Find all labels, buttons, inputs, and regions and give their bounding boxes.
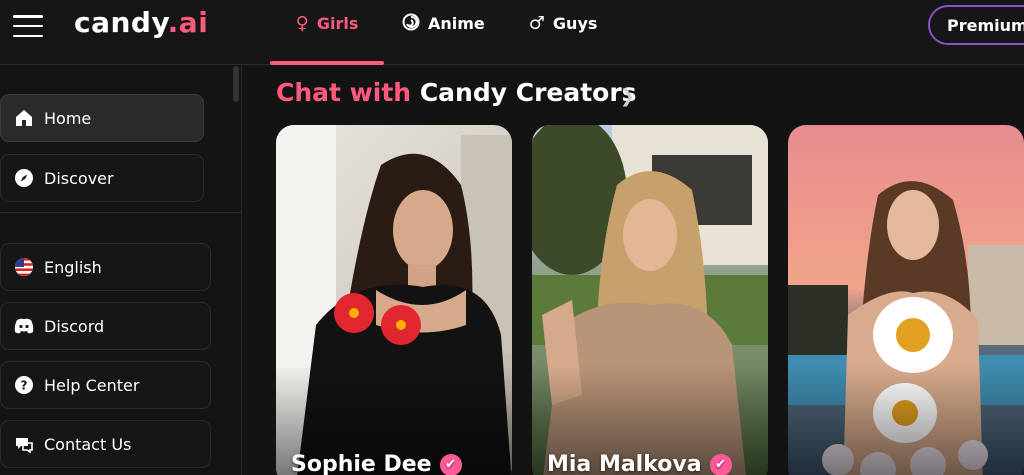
sidebar-item-discord[interactable]: Discord <box>0 302 211 350</box>
female-icon: ♀ <box>295 12 309 34</box>
premium-button[interactable]: Premium <box>928 5 1024 45</box>
tab-anime[interactable]: Anime <box>402 0 485 65</box>
sidebar-item-contact-us[interactable]: Contact Us <box>0 420 211 468</box>
creator-card[interactable] <box>788 125 1024 475</box>
sidebar-scrollbar[interactable] <box>233 66 239 102</box>
tab-guys[interactable]: ♂ Guys <box>529 0 598 65</box>
sidebar-item-language[interactable]: English <box>0 243 211 291</box>
svg-text:?: ? <box>21 379 28 393</box>
section-title[interactable]: Chat with Candy Creators <box>276 78 637 107</box>
creator-name: Mia Malkova ✔ <box>547 452 732 475</box>
main-content: Chat with Candy Creators ❯ Sophie Dee ✔ <box>242 66 1024 475</box>
us-flag-icon <box>14 257 34 277</box>
anime-swirl-icon <box>402 13 420 35</box>
category-tabs: ♀ Girls Anime ♂ Guys <box>270 0 641 65</box>
verified-icon: ✔ <box>439 453 462 475</box>
sidebar-item-help-center[interactable]: ? Help Center <box>0 361 211 409</box>
sidebar-item-discover[interactable]: Discover <box>0 154 204 202</box>
sidebar: Home Discover English Discord ? Help Cen… <box>0 66 242 475</box>
creator-card[interactable]: Mia Malkova ✔ <box>532 125 768 475</box>
compass-icon <box>14 168 34 188</box>
creator-name: Sophie Dee ✔ <box>291 452 462 475</box>
chevron-right-icon[interactable]: ❯ <box>620 86 635 107</box>
creator-card[interactable]: Sophie Dee ✔ <box>276 125 512 475</box>
tab-girls[interactable]: ♀ Girls <box>270 0 384 65</box>
top-bar: candy.ai ♀ Girls Anime ♂ Guys Premium <box>0 0 1024 65</box>
sidebar-divider <box>0 212 241 213</box>
menu-icon[interactable] <box>13 15 43 37</box>
home-icon <box>14 108 34 128</box>
logo[interactable]: candy.ai <box>74 6 208 39</box>
verified-icon: ✔ <box>709 453 732 475</box>
male-icon: ♂ <box>528 12 545 34</box>
card-shade <box>788 365 1024 475</box>
contact-icon <box>14 434 34 454</box>
discord-icon <box>14 316 34 336</box>
help-icon: ? <box>14 375 34 395</box>
sidebar-item-home[interactable]: Home <box>0 94 204 142</box>
